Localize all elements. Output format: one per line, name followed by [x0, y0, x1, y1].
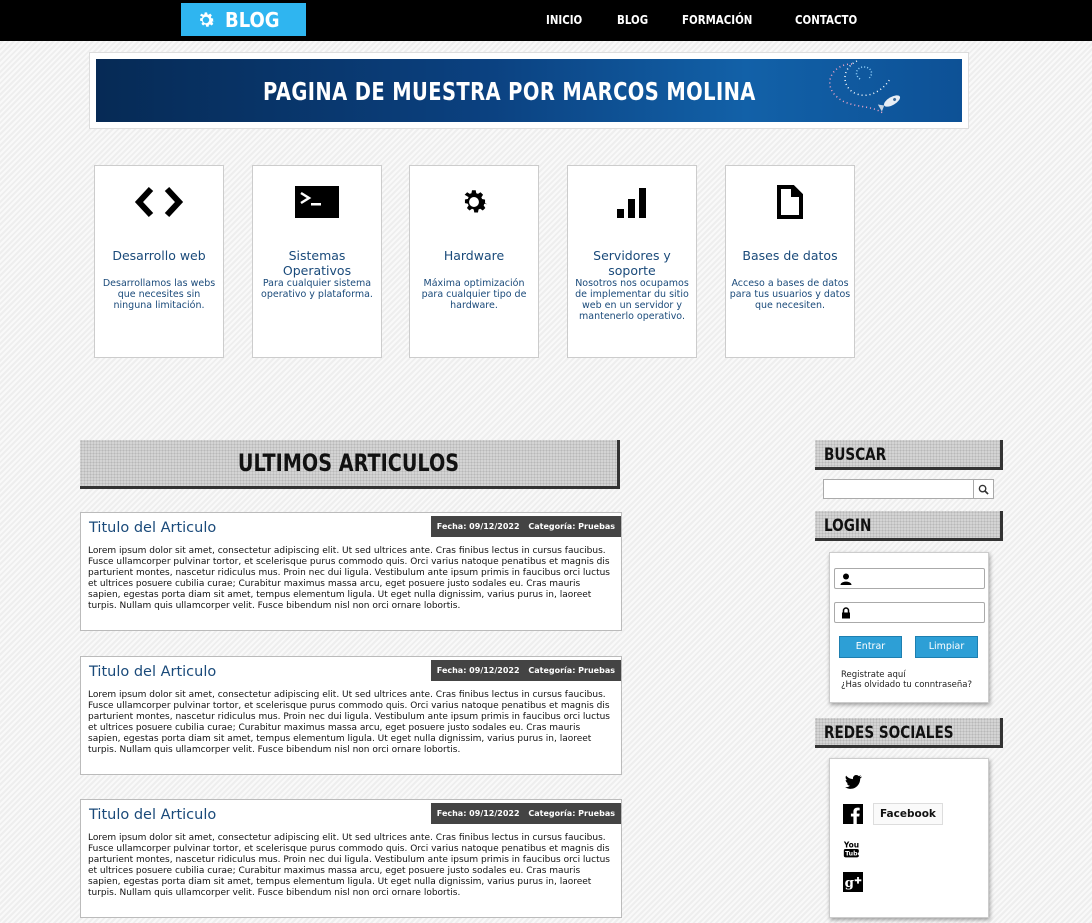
article-title[interactable]: Titulo del Articulo: [89, 520, 216, 536]
social-header: REDES SOCIALES: [815, 718, 1003, 748]
feature-description: Desarrollamos las webs que necesites sin…: [102, 278, 216, 311]
latest-articles-header: ULTIMOS ARTICULOS: [80, 440, 620, 489]
article-meta: Fecha: 09/12/2022 Categoría: Pruebas: [430, 516, 621, 537]
svg-text:g: g: [845, 875, 854, 891]
article-date: Fecha: 09/12/2022: [436, 522, 520, 531]
social-panel: Facebook You Tube g: [829, 758, 989, 918]
google-plus-icon[interactable]: g: [843, 872, 863, 892]
login-clear-button[interactable]: Limpiar: [915, 636, 978, 658]
feature-title: Bases de datos: [742, 248, 838, 263]
nav-link-blog[interactable]: BLOG: [617, 12, 648, 27]
feature-title: Hardware: [443, 248, 505, 263]
code-icon: [95, 184, 223, 220]
user-icon: [840, 573, 852, 585]
feature-card-os[interactable]: Sistemas Operativos Para cualquier siste…: [252, 165, 382, 358]
search-button[interactable]: [973, 480, 993, 498]
feature-title: Servidores y soporte: [593, 248, 671, 278]
feature-card-hardware[interactable]: Hardware Máxima optimización para cualqu…: [409, 165, 539, 358]
signal-bars-icon: [568, 184, 696, 220]
article-body: Lorem ipsum dolor sit amet, consectetur …: [88, 833, 610, 898]
login-links: Registrate aquí ¿Has olvidado tu conntra…: [841, 670, 972, 690]
username-field[interactable]: [834, 568, 985, 589]
article-card: Titulo del Articulo Fecha: 09/12/2022 Ca…: [80, 512, 622, 631]
search-icon: [978, 484, 989, 495]
article-card: Titulo del Articulo Fecha: 09/12/2022 Ca…: [80, 656, 622, 775]
article-card: Titulo del Articulo Fecha: 09/12/2022 Ca…: [80, 799, 622, 918]
rocket-swirl-graphic: [829, 60, 901, 115]
banner: PAGINA DE MUESTRA POR MARCOS MOLINA: [96, 59, 962, 122]
article-category: Categoría: Pruebas: [528, 666, 615, 675]
login-submit-button[interactable]: Entrar: [839, 636, 902, 658]
twitter-icon[interactable]: [843, 772, 863, 792]
forgot-password-link[interactable]: ¿Has olvidado tu conntraseña?: [841, 680, 972, 690]
main-nav: INICIO BLOG FORMACIÓN CONTACTO: [546, 12, 898, 27]
sidebar-heading: LOGIN: [824, 516, 872, 536]
feature-description: Nosotros nos ocupamos de implementar du …: [575, 278, 689, 322]
feature-card-databases[interactable]: Bases de datos Acceso a bases de datos p…: [725, 165, 855, 358]
nav-link-formacion[interactable]: FORMACIÓN: [682, 12, 752, 27]
article-body: Lorem ipsum dolor sit amet, consectetur …: [88, 546, 610, 611]
terminal-icon: [253, 184, 381, 220]
feature-title: Sistemas Operativos: [282, 248, 352, 278]
banner-frame: PAGINA DE MUESTRA POR MARCOS MOLINA: [89, 52, 969, 129]
document-icon: [726, 184, 854, 220]
feature-card-web[interactable]: Desarrollo web Desarrollamos las webs qu…: [94, 165, 224, 358]
article-title[interactable]: Titulo del Articulo: [89, 664, 216, 680]
password-field[interactable]: [834, 602, 985, 623]
logo-text: BLOG: [225, 7, 280, 32]
feature-description: Máxima optimización para cualquier tipo …: [421, 278, 527, 311]
lock-icon: [842, 607, 850, 619]
article-body: Lorem ipsum dolor sit amet, consectetur …: [88, 690, 610, 755]
sidebar-heading: BUSCAR: [824, 445, 887, 465]
article-category: Categoría: Pruebas: [528, 522, 615, 531]
register-link[interactable]: Registrate aquí: [841, 670, 972, 680]
article-date: Fecha: 09/12/2022: [436, 666, 520, 675]
top-navbar: BLOG INICIO BLOG FORMACIÓN CONTACTO: [0, 0, 1092, 41]
site-logo[interactable]: BLOG: [181, 3, 306, 36]
svg-text:Tube: Tube: [845, 851, 862, 858]
login-panel: Entrar Limpiar Registrate aquí ¿Has olvi…: [829, 552, 989, 703]
feature-title: Desarrollo web: [112, 248, 206, 263]
login-header: LOGIN: [815, 511, 1003, 541]
banner-title: PAGINA DE MUESTRA POR MARCOS MOLINA: [263, 77, 756, 106]
article-meta: Fecha: 09/12/2022 Categoría: Pruebas: [430, 803, 621, 824]
sidebar-heading: REDES SOCIALES: [824, 723, 954, 743]
article-date: Fecha: 09/12/2022: [436, 809, 520, 818]
search-input[interactable]: [823, 479, 994, 499]
article-meta: Fecha: 09/12/2022 Categoría: Pruebas: [430, 660, 621, 681]
search-header: BUSCAR: [815, 440, 1003, 470]
nav-link-contacto[interactable]: CONTACTO: [795, 12, 857, 27]
gear-icon: [199, 11, 215, 27]
gear-icon: [410, 184, 538, 220]
facebook-icon[interactable]: [843, 804, 863, 824]
nav-link-inicio[interactable]: INICIO: [546, 12, 582, 27]
feature-description: Acceso a bases de datos para tus usuario…: [729, 278, 851, 311]
facebook-label[interactable]: Facebook: [873, 803, 943, 825]
feature-description: Para cualquier sistema operativo y plata…: [261, 278, 373, 300]
article-category: Categoría: Pruebas: [528, 809, 615, 818]
section-title: ULTIMOS ARTICULOS: [237, 449, 460, 477]
youtube-icon[interactable]: You Tube: [843, 839, 863, 859]
article-title[interactable]: Titulo del Articulo: [89, 807, 216, 823]
svg-text:You: You: [843, 840, 859, 849]
feature-card-servers[interactable]: Servidores y soporte Nosotros nos ocupam…: [567, 165, 697, 358]
